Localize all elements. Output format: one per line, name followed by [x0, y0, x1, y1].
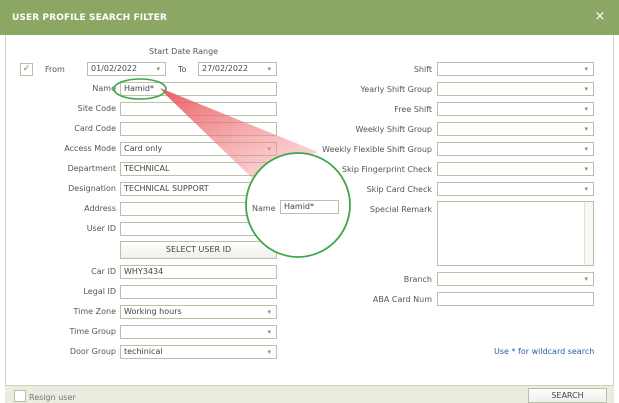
weekly-flexible-shift-group-label: Weekly Flexible Shift Group: [322, 145, 432, 154]
card-code-label: Card Code: [74, 124, 116, 133]
weekly-shift-group-label: Weekly Shift Group: [355, 125, 433, 134]
door-group-value: techinical: [124, 347, 163, 356]
user-id-field[interactable]: [120, 222, 277, 236]
weekly-shift-group-select[interactable]: [437, 122, 594, 136]
to-date-picker[interactable]: 27/02/2022: [198, 62, 277, 76]
select-user-id-button[interactable]: SELECT USER ID: [120, 241, 277, 259]
shift-select[interactable]: [437, 62, 594, 76]
dialog-title: USER PROFILE SEARCH FILTER: [12, 13, 168, 23]
date-range-checkbox[interactable]: ✓: [20, 63, 33, 76]
special-remark-scrollbar[interactable]: [584, 202, 593, 265]
car-id-label: Car ID: [91, 267, 116, 276]
door-group-select[interactable]: techinical: [120, 345, 277, 359]
car-id-value: WHY3434: [124, 267, 164, 276]
department-value: TECHNICAL: [124, 164, 170, 173]
special-remark-textarea[interactable]: [437, 201, 594, 266]
zoom-name-field: Hamid*: [280, 200, 339, 214]
access-mode-label: Access Mode: [64, 144, 116, 153]
start-date-range-caption: Start Date Range: [149, 47, 219, 56]
legal-id-field[interactable]: [120, 285, 277, 299]
weekly-flexible-shift-group-select[interactable]: [437, 142, 594, 156]
free-shift-label: Free Shift: [394, 105, 432, 114]
skip-card-check-label: Skip Card Check: [366, 185, 432, 194]
dialog-footer: [5, 385, 614, 403]
from-label: From: [45, 65, 65, 74]
branch-select[interactable]: [437, 272, 594, 286]
site-code-label: Site Code: [77, 104, 116, 113]
legal-id-label: Legal ID: [83, 287, 116, 296]
resign-user-label: Resign user: [29, 393, 76, 402]
skip-card-check-select[interactable]: [437, 182, 594, 196]
car-id-field[interactable]: WHY3434: [120, 265, 277, 279]
from-date-value: 01/02/2022: [91, 64, 138, 73]
designation-label: Designation: [68, 184, 116, 193]
aba-card-num-label: ABA Card Num: [372, 295, 432, 304]
wildcard-hint: Use * for wildcard search: [494, 347, 595, 356]
access-mode-select[interactable]: Card only: [120, 142, 277, 156]
name-value: Hamid*: [124, 84, 155, 93]
designation-field[interactable]: TECHNICAL SUPPORT: [120, 182, 277, 196]
department-label: Department: [67, 164, 116, 173]
from-date-picker[interactable]: 01/02/2022: [87, 62, 166, 76]
user-id-label: User ID: [86, 224, 116, 233]
to-date-value: 27/02/2022: [202, 64, 249, 73]
time-zone-select[interactable]: Working hours: [120, 305, 277, 319]
time-zone-label: Time Zone: [73, 307, 117, 316]
zoom-name-value: Hamid*: [284, 202, 315, 211]
skip-fingerprint-check-label: Skip Fingerprint Check: [341, 165, 432, 174]
door-group-label: Door Group: [69, 347, 116, 356]
address-label: Address: [84, 204, 116, 213]
check-icon: ✓: [22, 64, 31, 74]
shift-label: Shift: [413, 65, 432, 74]
time-zone-value: Working hours: [124, 307, 182, 316]
free-shift-select[interactable]: [437, 102, 594, 116]
search-button[interactable]: SEARCH: [528, 388, 607, 403]
branch-label: Branch: [403, 275, 432, 284]
resign-user-checkbox[interactable]: [14, 390, 26, 402]
access-mode-value: Card only: [124, 144, 163, 153]
close-icon[interactable]: ×: [593, 9, 607, 25]
aba-card-num-field[interactable]: [437, 292, 594, 306]
name-label: Name: [92, 84, 116, 93]
time-group-select[interactable]: [120, 325, 277, 339]
name-field[interactable]: Hamid*: [120, 82, 277, 96]
yearly-shift-group-label: Yearly Shift Group: [360, 85, 432, 94]
to-label: To: [178, 65, 187, 74]
skip-fingerprint-check-select[interactable]: [437, 162, 594, 176]
yearly-shift-group-select[interactable]: [437, 82, 594, 96]
time-group-label: Time Group: [69, 327, 116, 336]
site-code-field[interactable]: [120, 102, 277, 116]
zoom-name-label: Name: [252, 204, 276, 213]
designation-value: TECHNICAL SUPPORT: [124, 184, 209, 193]
card-code-field[interactable]: [120, 122, 277, 136]
department-field[interactable]: TECHNICAL: [120, 162, 277, 176]
